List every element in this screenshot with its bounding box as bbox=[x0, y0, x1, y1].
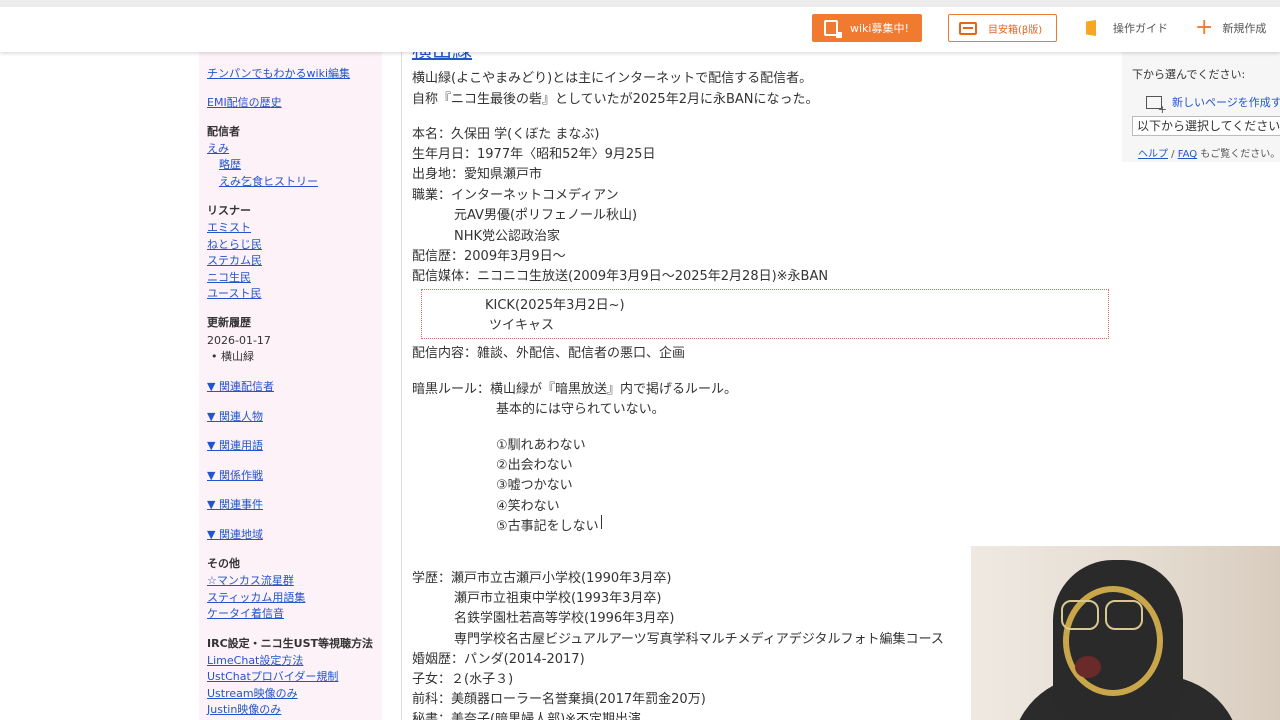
sidebar-toggle-related[interactable]: ▼ 関連人物 bbox=[207, 408, 263, 425]
intro-line: 自称『ニコ生最後の砦』としていたが2025年2月に永BANになった。 bbox=[412, 92, 819, 107]
rule-item: ③嘘つかない bbox=[496, 478, 573, 493]
profile-job: NHK党公認政治家 bbox=[454, 229, 561, 244]
suggestion-box-label: 目安箱(β版) bbox=[988, 24, 1043, 36]
rule-note: 基本的には守られていない。 bbox=[496, 402, 665, 417]
sidebar-heading-updates: 更新履歴 bbox=[207, 316, 251, 329]
right-panel-title: 下から選んでください: bbox=[1132, 68, 1246, 81]
column-divider bbox=[401, 52, 402, 720]
profile-education: 学歴：瀬戸市立古瀬戸小学校(1990年3月卒) bbox=[412, 571, 672, 586]
book-icon bbox=[1086, 20, 1096, 36]
help-separator: / bbox=[1168, 149, 1178, 160]
sidebar-heading-listener: リスナー bbox=[207, 204, 251, 217]
profile-education: 名鉄学園杜若高等学校(1996年3月卒) bbox=[454, 611, 675, 626]
rule-item: ②出会わない bbox=[496, 458, 573, 473]
profile-education: 専門学校名古屋ビジュアルアーツ写真学科マルチメディアデジタルフォト編集コース bbox=[454, 632, 944, 647]
sidebar-toggle-related[interactable]: ▼ 関連事件 bbox=[207, 496, 263, 513]
inbox-icon bbox=[959, 21, 977, 35]
sidebar-link-other[interactable]: ケータイ着信音 bbox=[207, 605, 284, 622]
sidebar-link-emi-history[interactable]: EMI配信の歴史 bbox=[207, 94, 282, 111]
faq-link[interactable]: FAQ bbox=[1178, 149, 1197, 160]
sidebar-link-listener[interactable]: ねとらじ民 bbox=[207, 236, 262, 253]
sidebar-toggle-related[interactable]: ▼ 関連配信者 bbox=[207, 378, 274, 395]
sidebar-link-irc[interactable]: Ustream映像のみ bbox=[207, 685, 298, 702]
sidebar-link-wiki-edit[interactable]: チンパンでもわかるwiki編集 bbox=[207, 65, 350, 82]
rule-item: ④笑わない bbox=[496, 499, 560, 514]
webcam-overlay bbox=[971, 546, 1280, 720]
profile-birth: 生年月日：1977年〈昭和52年〉9月25日 bbox=[412, 147, 656, 162]
rule-item: ⑤古事記をしない bbox=[496, 519, 599, 534]
profile-marriage: 婚姻歴：パンダ(2014-2017) bbox=[412, 652, 585, 667]
sidebar-toggle-related[interactable]: ▼ 関連用語 bbox=[207, 437, 263, 454]
wiki-recruit-button[interactable]: wiki募集中! bbox=[812, 14, 922, 42]
sidebar-link-irc[interactable]: UstChatプロバイダー規制 bbox=[207, 668, 338, 685]
intro-line: 横山緑(よこやまみどり)とは主にインターネットで配信する配信者。 bbox=[412, 71, 813, 86]
sidebar-link-other[interactable]: スティッカム用語集 bbox=[207, 589, 305, 606]
sidebar-link-listener[interactable]: ステカム民 bbox=[207, 252, 262, 269]
new-page-icon bbox=[1146, 95, 1167, 116]
profile-children: 子女：２(水子３) bbox=[412, 672, 514, 687]
sidebar-link-irc[interactable]: LimeChat設定方法 bbox=[207, 652, 303, 669]
webcam-glasses bbox=[1105, 600, 1143, 630]
profile-birthplace: 出身地：愛知県瀬戸市 bbox=[412, 167, 543, 182]
sidebar-heading-streamer: 配信者 bbox=[207, 125, 240, 138]
profile-job: 元AV男優(ポリフェノール秋山) bbox=[454, 208, 638, 223]
profile-content: 配信内容：雑談、外配信、配信者の悪口、企画 bbox=[412, 346, 686, 361]
help-text: ヘルプ / FAQ もご覧ください。 bbox=[1138, 145, 1280, 160]
rule-item: ①馴れあわない bbox=[496, 438, 586, 453]
sidebar-link-emi-history2[interactable]: えみ乞食ヒストリー bbox=[207, 173, 318, 190]
suggestion-box-button[interactable]: 目安箱(β版) bbox=[948, 14, 1057, 42]
right-panel: 下から選んでください: 新しいページを作成する 以下から選択してください ヘルプ… bbox=[1122, 52, 1280, 162]
update-item[interactable]: 横山緑 bbox=[207, 348, 254, 365]
sidebar-toggle-related[interactable]: ▼ 関連地域 bbox=[207, 526, 263, 543]
document-icon bbox=[824, 20, 842, 38]
webcam-mouth bbox=[1075, 656, 1101, 678]
sidebar-heading-other: その他 bbox=[207, 557, 240, 570]
rule-heading: 暗黒ルール：横山緑が『暗黒放送』内で掲げるルール。 bbox=[412, 382, 738, 397]
sidebar-link-other[interactable]: ☆マンカス流星群 bbox=[207, 572, 294, 589]
create-page-label: 新しいページを作成する bbox=[1172, 96, 1280, 109]
profile-name: 本名：久保田 学(くぼた まなぶ) bbox=[412, 127, 600, 142]
sidebar-toggle-related[interactable]: ▼ 関係作戦 bbox=[207, 467, 263, 484]
media-kick: KICK(2025年3月2日~) bbox=[485, 298, 625, 313]
text-cursor bbox=[601, 515, 602, 529]
media-twitcas: ツイキャス bbox=[489, 318, 555, 333]
profile-record: 前科：美顔器ローラー名誉棄損(2017年罰金20万) bbox=[412, 692, 706, 707]
sidebar-link-emi[interactable]: えみ bbox=[207, 140, 229, 157]
update-date: 2026-01-17 bbox=[207, 334, 271, 347]
profile-education: 瀬戸市立祖東中学校(1993年3月卒) bbox=[454, 591, 662, 606]
sidebar-link-emi-profile[interactable]: 略歴 bbox=[207, 156, 241, 173]
sidebar-heading-irc: IRC設定・ニコ生UST等視聴方法 bbox=[207, 637, 373, 650]
left-sidebar: チンパンでもわかるwiki編集 EMI配信の歴史 配信者 えみ 略歴 えみ乞食ヒ… bbox=[199, 52, 382, 720]
top-bar: wiki募集中! 目安箱(β版) 操作ガイド + 新規作成 bbox=[0, 0, 1280, 52]
create-page-link[interactable]: 新しいページを作成する bbox=[1146, 94, 1280, 116]
plus-icon: + bbox=[1195, 15, 1214, 40]
help-link[interactable]: ヘルプ bbox=[1138, 149, 1168, 160]
webcam-glasses bbox=[1061, 600, 1099, 630]
profile-history: 配信歴：2009年3月9日〜 bbox=[412, 249, 566, 264]
profile-media: 配信媒体：ニコニコ生放送(2009年3月9日〜2025年2月28日)※永BAN bbox=[412, 269, 829, 284]
new-page-button[interactable]: + 新規作成 bbox=[1195, 14, 1266, 42]
help-tail: もご覧ください。 bbox=[1197, 149, 1280, 160]
sidebar-link-listener[interactable]: ユースト民 bbox=[207, 285, 261, 302]
sidebar-link-listener[interactable]: エミスト bbox=[207, 219, 251, 236]
new-page-label: 新規作成 bbox=[1222, 22, 1267, 35]
profile-secretary: 秘書：美奈子(暗黒婦人部)※不定期出演 bbox=[412, 712, 642, 720]
sidebar-link-listener[interactable]: ニコ生民 bbox=[207, 269, 251, 286]
profile-job: 職業：インターネットコメディアン bbox=[412, 188, 619, 203]
guide-label: 操作ガイド bbox=[1113, 22, 1168, 35]
wiki-recruit-label: wiki募集中! bbox=[850, 22, 909, 35]
sidebar-link-irc[interactable]: Justin映像のみ bbox=[207, 701, 281, 718]
guide-button[interactable]: 操作ガイド bbox=[1086, 14, 1168, 42]
template-select[interactable]: 以下から選択してください bbox=[1132, 116, 1280, 136]
